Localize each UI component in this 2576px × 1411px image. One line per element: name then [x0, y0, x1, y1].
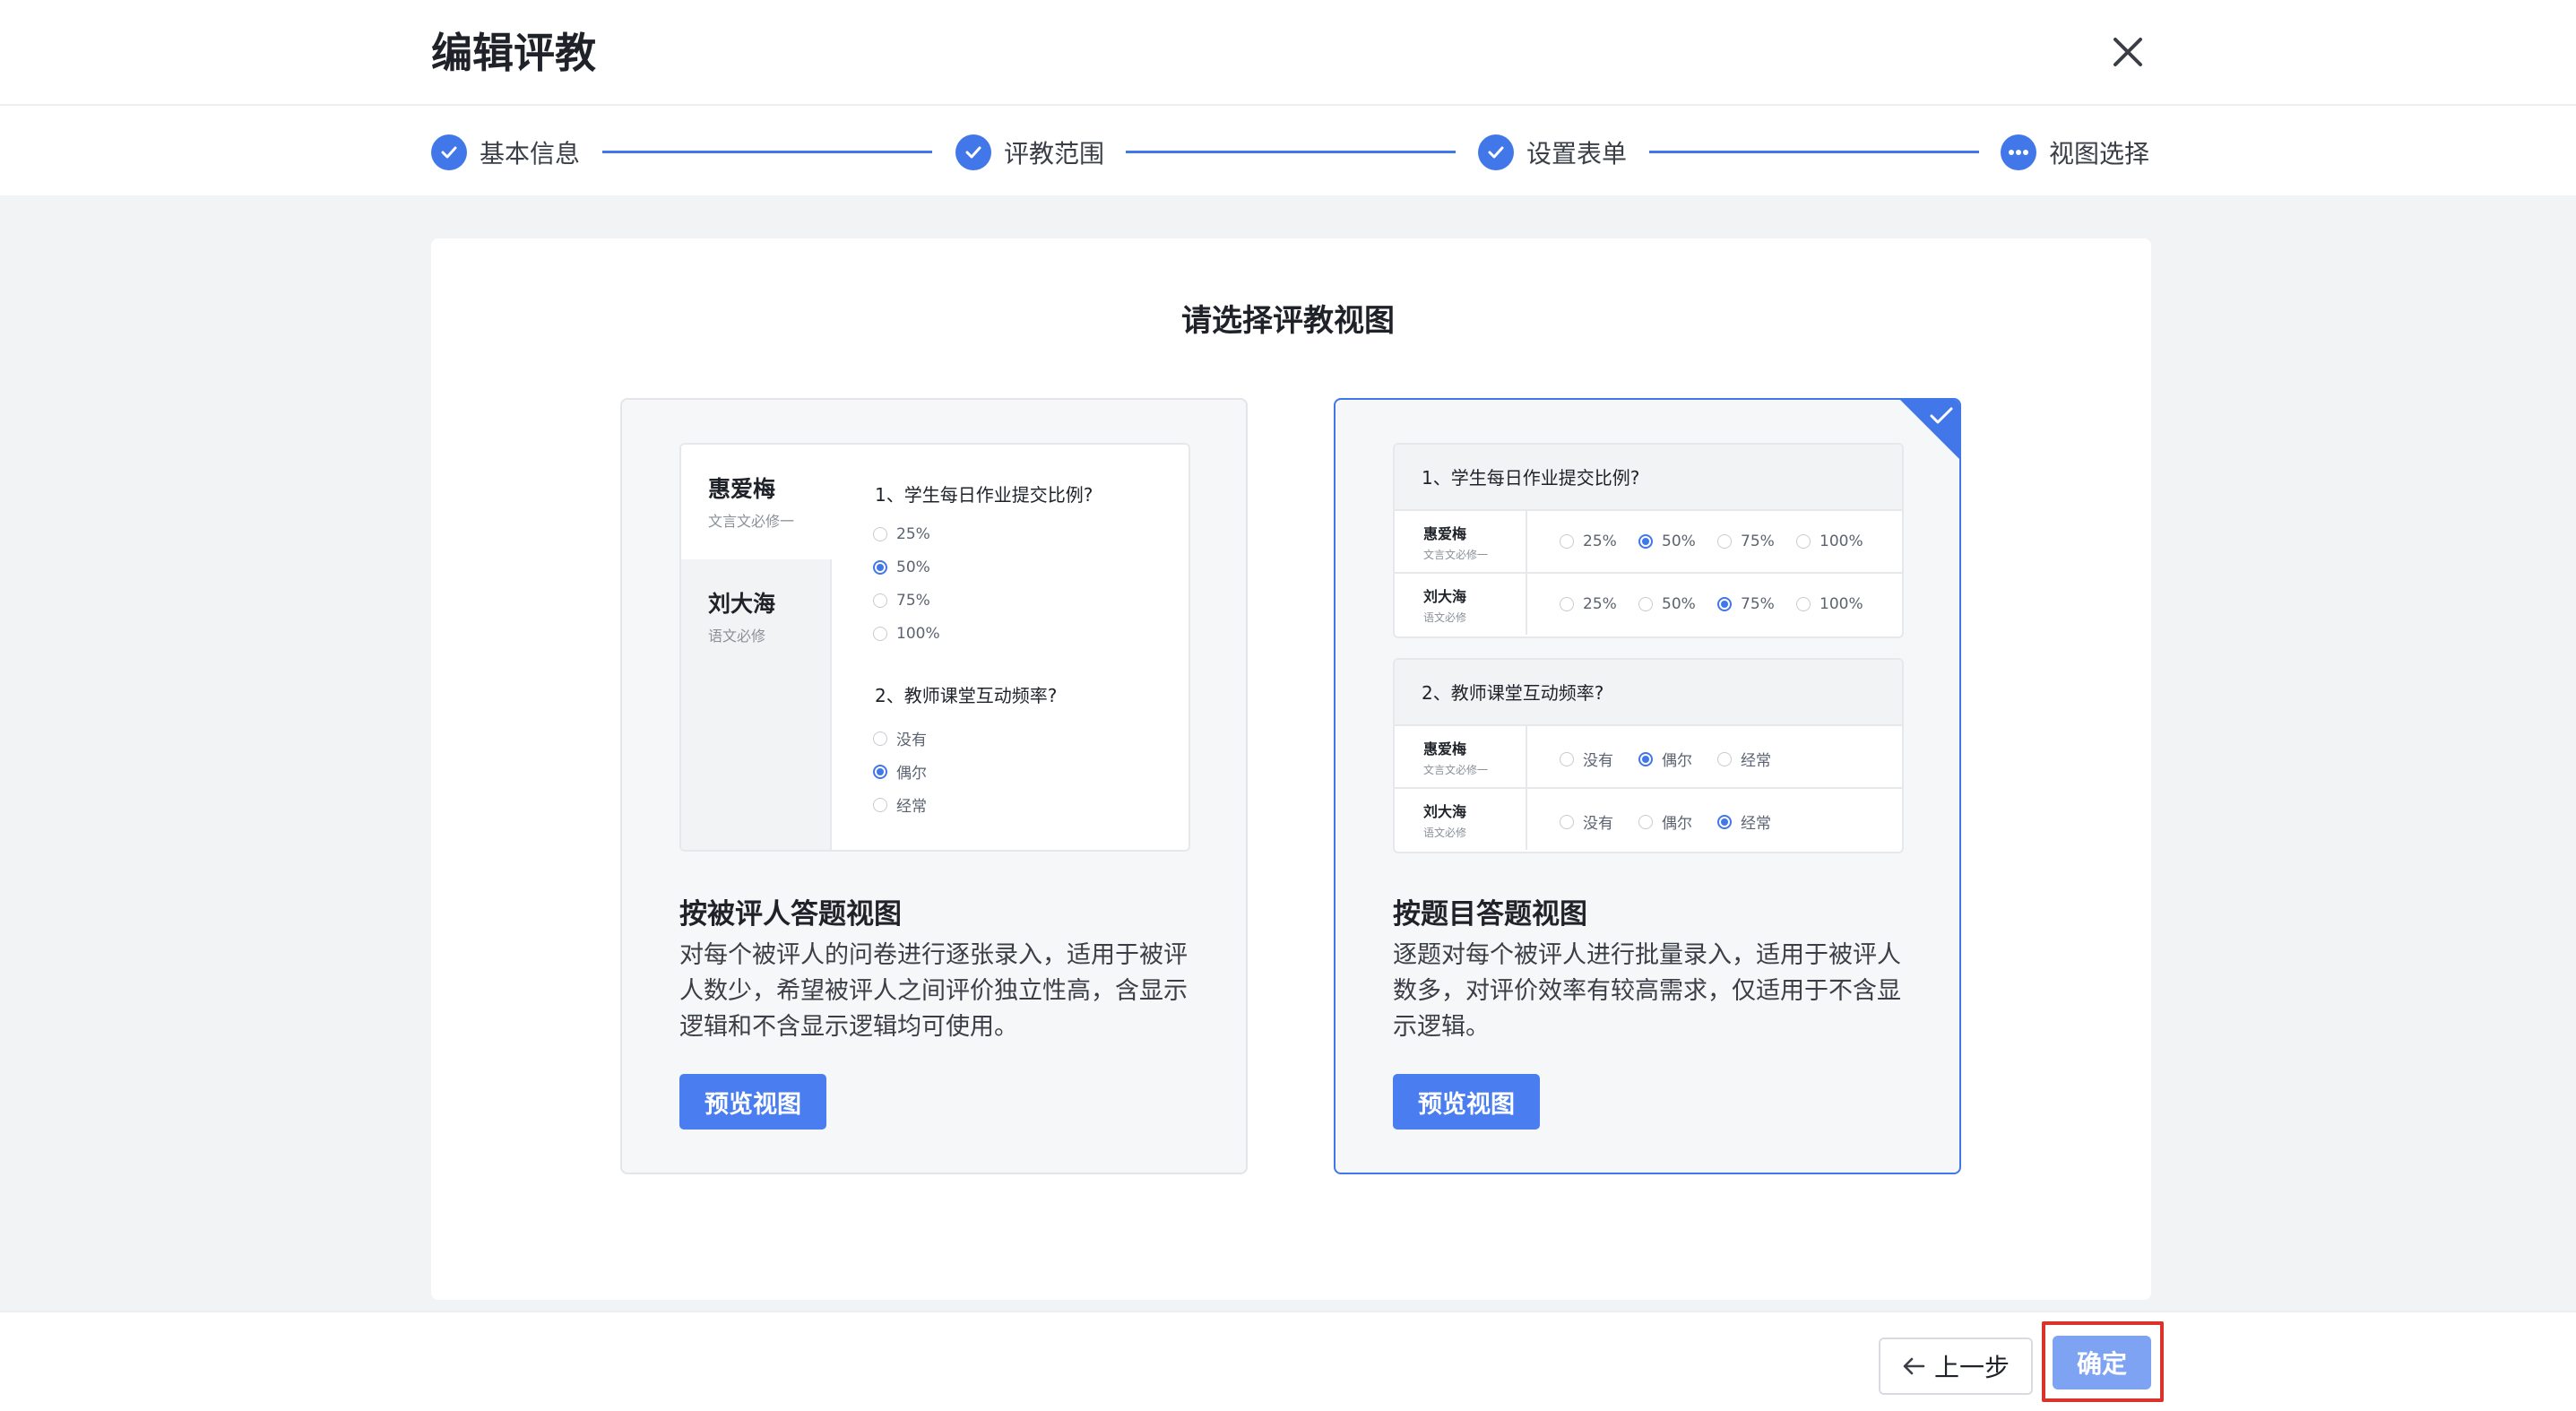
- dialog-footer: 上一步: [0, 1311, 2576, 1411]
- question-block: 2、教师课堂互动频率? 惠爱梅 文言文必修一 没有 偶尔 经常 刘大海 语文必修 没…: [1393, 658, 1904, 853]
- person-item: 刘大海 语文必修: [681, 559, 832, 674]
- selected-corner: [1900, 400, 1959, 459]
- radio-icon: [1717, 751, 1732, 766]
- preview-view-button[interactable]: 预览视图: [1393, 1074, 1540, 1130]
- person-course: 文言文必修一: [1423, 549, 1489, 561]
- radio-icon: [1796, 534, 1811, 549]
- step-progress: 基本信息 评教范围 设置表单 视图选择: [0, 108, 2576, 195]
- step-connector: [602, 151, 932, 153]
- radio-checked-icon: [873, 560, 887, 575]
- radio-checked-icon: [873, 764, 887, 779]
- confirm-button[interactable]: 确定: [2053, 1336, 2151, 1389]
- card-description: 对每个被评人的问卷进行逐张录入，适用于被评人数少，希望被评人之间评价独立性高，含…: [679, 941, 1188, 1041]
- radio-checked-icon: [1638, 534, 1653, 549]
- person-course: 语文必修: [1423, 827, 1467, 839]
- question-title: 2、教师课堂互动频率?: [875, 685, 1058, 706]
- option: 偶尔: [873, 760, 927, 783]
- step-label: 设置表单: [1526, 139, 1628, 169]
- person-course: 语文必修: [1423, 611, 1467, 624]
- person-name: 惠爱梅: [1423, 525, 1467, 542]
- check-circle-icon: [955, 134, 991, 170]
- person-course: 语文必修: [708, 628, 766, 645]
- arrow-left-icon: [1903, 1357, 1925, 1375]
- check-circle-icon: [1478, 134, 1514, 170]
- question-title: 1、学生每日作业提交比例?: [875, 484, 1094, 506]
- option: 75%: [873, 592, 930, 610]
- radio-icon: [873, 593, 887, 608]
- step-form: 设置表单: [1478, 133, 1627, 172]
- person-item: 惠爱梅 文言文必修一: [681, 445, 832, 559]
- page-title: 编辑评教: [431, 29, 596, 77]
- radio-icon: [1638, 814, 1653, 829]
- person-course: 文言文必修一: [1423, 764, 1489, 776]
- radio-icon: [873, 527, 887, 541]
- answer-row: 惠爱梅 文言文必修一 25% 50% 75% 100%: [1395, 511, 1902, 574]
- radio-icon: [1560, 597, 1574, 611]
- step-connector: [1649, 151, 1979, 153]
- preview-view-button[interactable]: 预览视图: [679, 1074, 826, 1130]
- step-basic-info: 基本信息: [431, 133, 580, 172]
- check-icon: [1930, 407, 1953, 424]
- radio-icon: [1560, 814, 1574, 829]
- view-card-by-person[interactable]: 惠爱梅 文言文必修一 刘大海 语文必修 1、学生每日作业提交比例? 25% 50…: [620, 398, 1248, 1174]
- panel-title: 请选择评教视图: [1181, 303, 1395, 339]
- more-dots-icon: [2001, 134, 2036, 170]
- radio-icon: [873, 731, 887, 746]
- radio-icon: [1717, 534, 1732, 549]
- close-icon: [2114, 38, 2142, 66]
- person-name: 刘大海: [1423, 588, 1467, 605]
- question-title: 1、学生每日作业提交比例?: [1395, 445, 1902, 511]
- radio-checked-icon: [1717, 597, 1732, 611]
- option: 50%: [873, 558, 930, 576]
- option: 25%: [873, 525, 930, 543]
- step-scope: 评教范围: [955, 133, 1104, 172]
- card-title: 按被评人答题视图: [679, 898, 902, 931]
- radio-icon: [1560, 534, 1574, 549]
- answer-row: 刘大海 语文必修 25% 50% 75% 100%: [1395, 574, 1902, 636]
- answer-row: 刘大海 语文必修 没有 偶尔 经常: [1395, 789, 1902, 852]
- close-button[interactable]: [2110, 34, 2146, 70]
- option: 没有: [873, 727, 927, 749]
- dialog-header: 编辑评教: [0, 0, 2576, 106]
- person-name: 惠爱梅: [1423, 740, 1467, 757]
- view-card-by-question[interactable]: 1、学生每日作业提交比例? 惠爱梅 文言文必修一 25% 50% 75% 100%…: [1334, 398, 1961, 1174]
- card-description: 逐题对每个被评人进行批量录入，适用于被评人数多，对评价效率有较高需求，仅适用于不…: [1393, 941, 1901, 1041]
- person-name: 刘大海: [708, 591, 776, 617]
- preview-image: 惠爱梅 文言文必修一 刘大海 语文必修 1、学生每日作业提交比例? 25% 50…: [679, 443, 1190, 852]
- step-connector: [1126, 151, 1456, 153]
- radio-icon: [873, 627, 887, 641]
- step-label: 基本信息: [480, 139, 581, 169]
- radio-icon: [1560, 751, 1574, 766]
- radio-checked-icon: [1638, 751, 1653, 766]
- answer-row: 惠爱梅 文言文必修一 没有 偶尔 经常: [1395, 726, 1902, 789]
- previous-step-button[interactable]: 上一步: [1879, 1337, 2033, 1395]
- check-circle-icon: [431, 134, 467, 170]
- radio-icon: [873, 797, 887, 812]
- radio-icon: [1638, 597, 1653, 611]
- option: 100%: [873, 625, 940, 643]
- question-block: 1、学生每日作业提交比例? 惠爱梅 文言文必修一 25% 50% 75% 100%…: [1393, 443, 1904, 638]
- option: 经常: [873, 793, 927, 816]
- radio-checked-icon: [1717, 814, 1732, 829]
- card-title: 按题目答题视图: [1393, 898, 1587, 931]
- radio-icon: [1796, 597, 1811, 611]
- question-title: 2、教师课堂互动频率?: [1395, 660, 1902, 726]
- step-view-select: 视图选择: [2001, 133, 2149, 172]
- step-label: 视图选择: [2049, 139, 2150, 169]
- person-name: 惠爱梅: [708, 476, 776, 502]
- step-label: 评教范围: [1004, 139, 1105, 169]
- person-course: 文言文必修一: [708, 513, 795, 530]
- person-name: 刘大海: [1423, 803, 1467, 820]
- previous-step-label: 上一步: [1933, 1353, 2010, 1382]
